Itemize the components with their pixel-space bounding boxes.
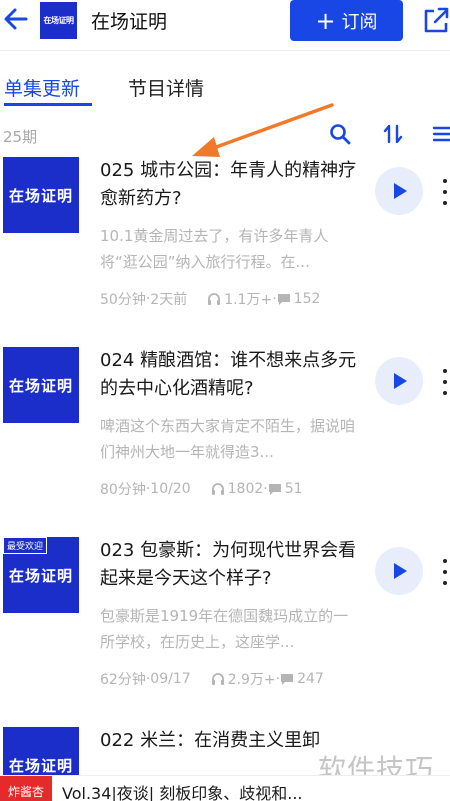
header-divider xyxy=(0,50,450,51)
filter-button[interactable] xyxy=(432,122,450,146)
episode-meta: 80分钟 · 10/20 1802 · 51 xyxy=(100,481,303,498)
sort-button[interactable] xyxy=(381,122,405,146)
mini-player-cover-text: 炸酱杏 xyxy=(7,785,44,799)
episode-plays: 1802 xyxy=(227,481,264,497)
episode-duration: 62分钟 xyxy=(100,672,146,688)
episode-title[interactable]: 023 包豪斯：为何现代世界会看起来是今天这个样子? xyxy=(100,537,365,593)
episode-description: 包豪斯是1919年在德国魏玛成立的一所学校，在历史上，这座学... xyxy=(100,607,349,651)
episode-description: 10.1黄金周过去了，有许多年青人将“逛公园”纳入旅行行程。在... xyxy=(100,227,329,271)
search-button[interactable] xyxy=(328,122,352,146)
headphones-icon xyxy=(211,673,224,685)
episode-meta: 62分钟 · 09/17 2.9万+ · 247 xyxy=(100,671,324,688)
play-button[interactable] xyxy=(375,547,423,595)
search-icon xyxy=(330,124,351,145)
play-icon xyxy=(394,373,407,389)
play-button[interactable] xyxy=(375,357,423,405)
more-options-button[interactable] xyxy=(440,559,450,585)
comment-icon xyxy=(281,674,294,685)
comment-icon xyxy=(277,294,290,305)
episode-comments: 51 xyxy=(284,481,303,497)
play-icon xyxy=(394,563,407,579)
episode-title[interactable]: 025 城市公园：年青人的精神疗愈新药方? xyxy=(100,157,365,213)
episode-comments: 152 xyxy=(293,291,321,307)
share-button[interactable] xyxy=(422,5,450,35)
tab-program-details[interactable]: 节目详情 xyxy=(128,74,204,101)
subscribe-label: 订阅 xyxy=(341,11,378,33)
episode-meta: 50分钟 · 2天前 1.1万+ · 152 xyxy=(100,291,321,308)
mini-player-title[interactable]: Vol.34|夜谈| 刻板印象、歧视和... xyxy=(62,780,303,801)
episode-cover: 在场证明 xyxy=(3,157,79,233)
episode-item[interactable]: 最受欢迎 在场证明 023 包豪斯：为何现代世界会看起来是今天这个样子? 包豪斯… xyxy=(0,537,450,727)
plus-icon: + xyxy=(315,6,336,35)
episode-date: 09/17 xyxy=(150,671,191,687)
episode-cover-text: 在场证明 xyxy=(8,756,73,775)
back-button[interactable] xyxy=(2,4,30,34)
episode-cover: 在场证明 xyxy=(3,727,79,775)
episode-comments: 247 xyxy=(297,671,324,687)
most-popular-badge: 最受欢迎 xyxy=(3,537,48,554)
episode-cover-text: 在场证明 xyxy=(8,186,73,205)
headphones-icon xyxy=(211,483,224,495)
more-options-button[interactable] xyxy=(440,369,450,395)
active-tab-indicator xyxy=(4,103,92,106)
podcast-logo: 在场证明 xyxy=(40,2,77,39)
arrow-left-icon xyxy=(4,8,28,30)
episode-date: 10/20 xyxy=(150,481,191,497)
app-header: 在场证明 在场证明 + 订阅 xyxy=(0,0,450,46)
episode-duration: 80分钟 xyxy=(100,482,146,498)
episode-description: 啤酒这个东西大家肯定不陌生，据说咱们神州大地一年就得造3... xyxy=(100,417,356,461)
podcast-title: 在场证明 xyxy=(91,11,168,33)
more-options-button[interactable] xyxy=(440,179,450,205)
episode-count: 25期 xyxy=(3,128,38,146)
episode-cover-text: 在场证明 xyxy=(8,566,73,585)
play-icon xyxy=(394,183,407,199)
share-icon xyxy=(424,7,449,33)
play-button[interactable] xyxy=(375,167,423,215)
episode-item[interactable]: 在场证明 024 精酿酒馆：谁不想来点多元的去中心化酒精呢? 啤酒这个东西大家肯… xyxy=(0,347,450,537)
episode-plays: 2.9万+ xyxy=(227,672,276,688)
tab-episode-updates[interactable]: 单集更新 xyxy=(4,74,80,101)
episode-title[interactable]: 024 精酿酒馆：谁不想来点多元的去中心化酒精呢? xyxy=(100,347,365,403)
episode-cover: 最受欢迎 在场证明 xyxy=(3,537,79,613)
episode-plays: 1.1万+ xyxy=(224,292,273,308)
mini-player-cover: 炸酱杏 xyxy=(0,776,52,801)
episode-cover: 在场证明 xyxy=(3,347,79,423)
episode-duration: 50分钟 xyxy=(100,292,146,308)
episode-item[interactable]: 在场证明 025 城市公园：年青人的精神疗愈新药方? 10.1黄金周过去了，有许… xyxy=(0,157,450,347)
episode-cover-text: 在场证明 xyxy=(8,376,73,395)
headphones-icon xyxy=(208,293,221,305)
episode-date: 2天前 xyxy=(150,292,188,308)
mini-player[interactable]: 炸酱杏 Vol.34|夜谈| 刻板印象、歧视和... xyxy=(0,775,450,801)
subscribe-button[interactable]: + 订阅 xyxy=(290,0,403,41)
sort-icon xyxy=(383,124,403,144)
filter-icon xyxy=(432,126,450,142)
podcast-logo-text: 在场证明 xyxy=(43,16,75,25)
comment-icon xyxy=(268,484,281,495)
